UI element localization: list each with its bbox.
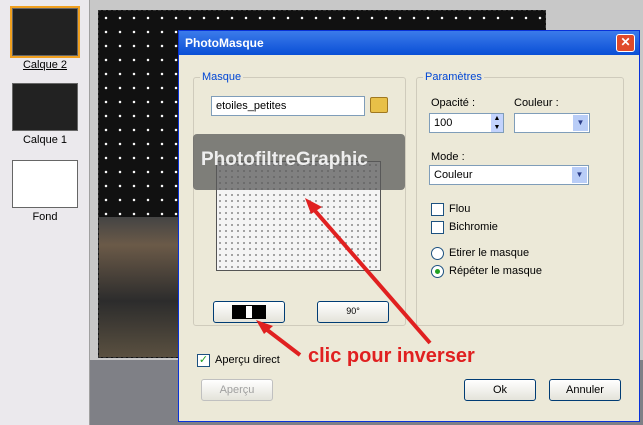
annotation-text: clic pour inverser — [308, 345, 475, 367]
arrow-to-preview — [308, 203, 432, 345]
arrowhead — [305, 198, 322, 214]
